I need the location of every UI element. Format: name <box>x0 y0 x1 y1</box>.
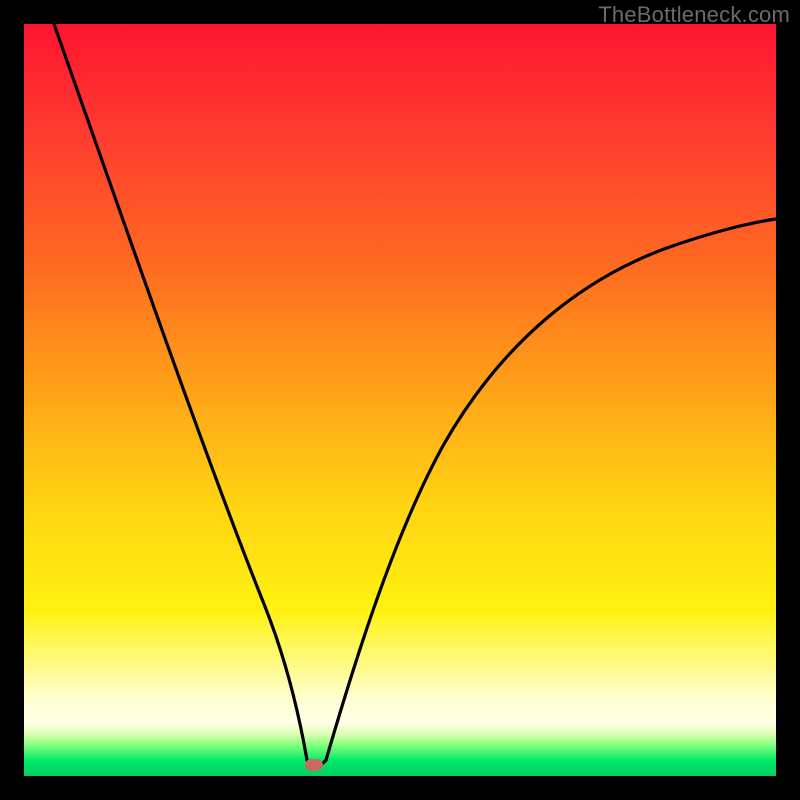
curve-right-branch <box>326 219 776 760</box>
curve-left-branch <box>54 24 307 760</box>
bottleneck-curve <box>24 24 776 776</box>
plot-area <box>24 24 776 776</box>
minimum-marker <box>305 759 323 771</box>
chart-frame: TheBottleneck.com <box>0 0 800 800</box>
watermark-text: TheBottleneck.com <box>598 2 790 28</box>
